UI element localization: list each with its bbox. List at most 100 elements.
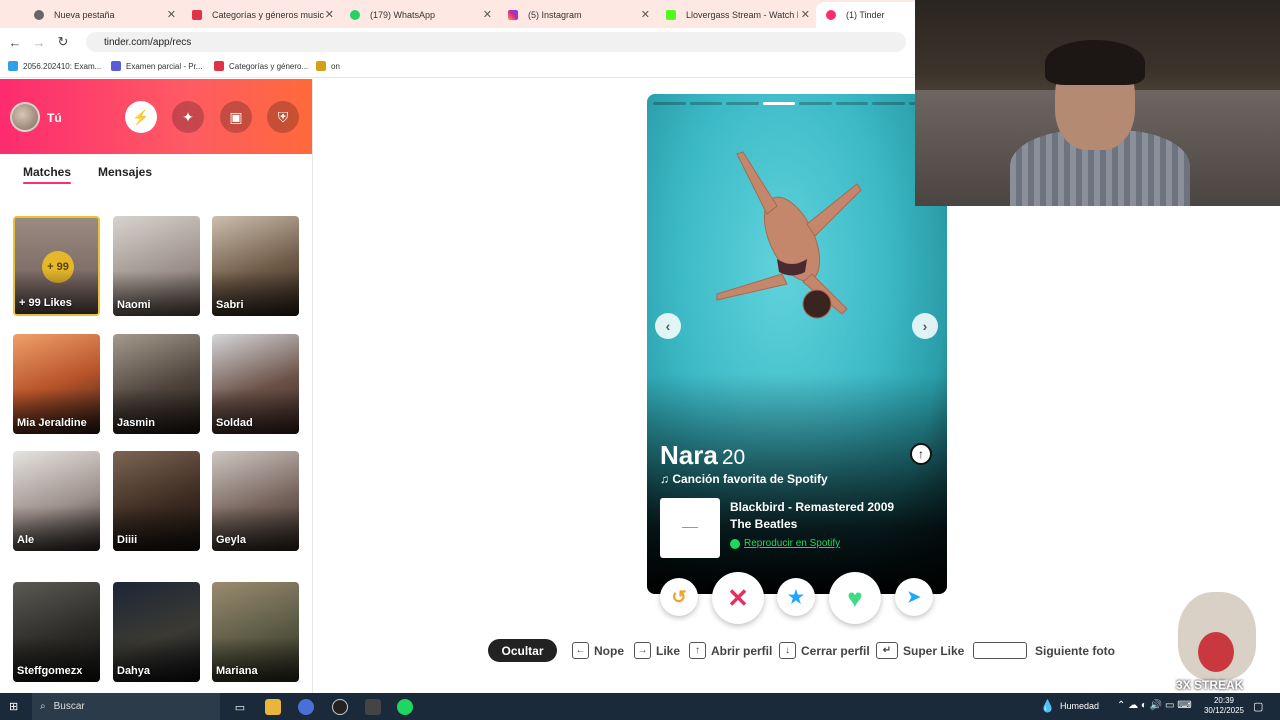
match-name: Naomi bbox=[117, 299, 151, 311]
arrow-right-key-icon: → bbox=[634, 642, 651, 659]
profile-card[interactable]: ‹ › Nara 20 ↑ ♫ Canción favorita de Spoti… bbox=[647, 94, 947, 594]
photo-progress-segment bbox=[762, 102, 795, 105]
bookmark-icon bbox=[111, 61, 121, 71]
match-name: Sabri bbox=[216, 299, 244, 311]
windows-start-icon[interactable]: ⊞ bbox=[9, 700, 18, 713]
tab-matches[interactable]: Matches bbox=[23, 165, 72, 184]
photo-progress-segment bbox=[689, 102, 722, 105]
browser-tab-new[interactable]: Nueva pestaña ✕ bbox=[24, 2, 182, 28]
search-icon: ⌕ bbox=[40, 701, 46, 712]
song-title: Blackbird - Remastered 2009 bbox=[730, 500, 895, 514]
profile-name: Nara bbox=[660, 440, 718, 470]
match-card[interactable]: Jasmin bbox=[113, 334, 200, 434]
album-cover bbox=[660, 498, 720, 558]
weather-label[interactable]: Humedad bbox=[1060, 701, 1099, 711]
match-card[interactable]: Mariana bbox=[212, 582, 299, 682]
close-tab-icon[interactable]: ✕ bbox=[801, 8, 810, 21]
file-explorer-icon[interactable] bbox=[265, 699, 281, 715]
bookmark-examen-parcial[interactable]: Examen parcial - Pr... bbox=[111, 61, 202, 71]
browser-tab-instagram[interactable]: (5) Instagram ✕ bbox=[498, 2, 656, 28]
match-card[interactable]: Sabri bbox=[212, 216, 299, 316]
match-name: Diiii bbox=[117, 534, 138, 546]
bookmark-on[interactable]: on bbox=[316, 61, 340, 71]
spotify-heading: ♫ Canción favorita de Spotify bbox=[660, 472, 828, 486]
tab-mensajes[interactable]: Mensajes bbox=[98, 165, 152, 179]
browser-tab-whatsapp[interactable]: (179) WhatsApp ✕ bbox=[340, 2, 498, 28]
instagram-icon bbox=[508, 10, 518, 20]
match-card[interactable]: Soldad bbox=[212, 334, 299, 434]
meme-overlay: 3X STREAK bbox=[1172, 590, 1262, 692]
sidebar-tabs: Matches Mensajes bbox=[0, 163, 312, 193]
avatar[interactable] bbox=[10, 102, 40, 132]
close-tab-icon[interactable]: ✕ bbox=[325, 8, 334, 21]
notifications-icon[interactable]: ▢ bbox=[1253, 700, 1263, 713]
bookmark-categorias[interactable]: Categorías y género... bbox=[214, 61, 308, 71]
explore-icon[interactable]: ✦ bbox=[172, 101, 204, 133]
prev-photo-icon[interactable]: ‹ bbox=[655, 313, 681, 339]
match-card[interactable]: Mia Jeraldine bbox=[13, 334, 100, 434]
match-name: Jasmin bbox=[117, 417, 155, 429]
url-field[interactable]: tinder.com/app/recs bbox=[86, 32, 906, 52]
boost-icon[interactable]: ⚡ bbox=[125, 101, 157, 133]
photo-progress-segment bbox=[835, 102, 868, 105]
song-artist: The Beatles bbox=[730, 517, 798, 531]
arrow-down-key-icon: ↓ bbox=[779, 642, 796, 659]
match-card[interactable]: Dahya bbox=[113, 582, 200, 682]
next-photo-icon[interactable]: › bbox=[912, 313, 938, 339]
match-name: Dahya bbox=[117, 665, 151, 677]
boost-send-button[interactable]: ➤ bbox=[895, 578, 933, 616]
browser-tab-kick[interactable]: Llovergass Stream - Watch Live ✕ bbox=[656, 2, 816, 28]
match-card[interactable]: Naomi bbox=[113, 216, 200, 316]
arrow-left-key-icon: ← bbox=[572, 642, 589, 659]
task-view-icon[interactable]: ▭ bbox=[232, 699, 248, 715]
superlike-button[interactable]: ★ bbox=[777, 578, 815, 616]
app-icon[interactable] bbox=[332, 699, 348, 715]
app-icon[interactable] bbox=[298, 699, 314, 715]
user-label[interactable]: Tú bbox=[47, 111, 62, 125]
bookmark-exam[interactable]: 2056.202410: Exam... bbox=[8, 61, 101, 71]
open-profile-icon[interactable]: ↑ bbox=[910, 443, 932, 465]
spotify-icon[interactable] bbox=[397, 699, 413, 715]
back-icon[interactable]: ← bbox=[3, 35, 27, 50]
hide-hints-button[interactable]: Ocultar bbox=[488, 639, 557, 662]
match-card[interactable]: Steffgomezx bbox=[13, 582, 100, 682]
sidebar-header: Tú ⚡ ✦ ▣ ⛨ bbox=[0, 79, 312, 154]
song-info: Blackbird - Remastered 2009 The Beatles bbox=[730, 499, 894, 533]
bookmark-icon bbox=[8, 61, 18, 71]
shield-icon[interactable]: ⛨ bbox=[267, 101, 299, 133]
arrow-up-key-icon: ↑ bbox=[689, 642, 706, 659]
bookmark-icon bbox=[214, 61, 224, 71]
photo-progress-segment bbox=[872, 102, 905, 105]
forward-icon[interactable]: → bbox=[27, 35, 51, 50]
match-card[interactable]: Diiii bbox=[113, 451, 200, 551]
system-clock[interactable]: 20:39 30/12/2025 bbox=[1200, 696, 1248, 716]
rewind-button[interactable]: ↺ bbox=[660, 578, 698, 616]
app-icon[interactable] bbox=[365, 699, 381, 715]
nope-button[interactable]: ✕ bbox=[712, 572, 764, 624]
webcam-overlay bbox=[915, 0, 1280, 206]
like-button[interactable]: ♥ bbox=[829, 572, 881, 624]
match-name: Geyla bbox=[216, 534, 246, 546]
profile-name-line: Nara 20 bbox=[660, 440, 745, 471]
hint-nope: ← Nope bbox=[572, 642, 624, 659]
music-icon bbox=[192, 10, 202, 20]
tinder-icon bbox=[826, 10, 836, 20]
browser-tab-tinder[interactable]: (1) Tinder bbox=[816, 2, 926, 28]
browser-tab-categorias[interactable]: Categorías y géneros musicales ✕ bbox=[182, 2, 340, 28]
hint-open-profile: ↑ Abrir perfil bbox=[689, 642, 772, 659]
taskbar-search[interactable]: ⌕ Buscar bbox=[32, 693, 220, 720]
match-card[interactable]: Geyla bbox=[212, 451, 299, 551]
close-tab-icon[interactable]: ✕ bbox=[641, 8, 650, 21]
reload-icon[interactable]: ↻ bbox=[51, 34, 75, 50]
match-card[interactable]: Ale bbox=[13, 451, 100, 551]
close-tab-icon[interactable]: ✕ bbox=[167, 8, 176, 21]
play-on-spotify-link[interactable]: Reproducir en Spotify bbox=[730, 538, 840, 549]
profile-photo bbox=[716, 151, 862, 319]
profile-age: 20 bbox=[721, 446, 746, 469]
tray-icons[interactable]: ⌃ ☁ ◐ 🔊 ▭ ⌨ bbox=[1117, 700, 1192, 711]
briefcase-icon[interactable]: ▣ bbox=[220, 101, 252, 133]
close-tab-icon[interactable]: ✕ bbox=[483, 8, 492, 21]
likes-card[interactable]: + 99 + 99 Likes bbox=[13, 216, 100, 316]
match-name: Mariana bbox=[216, 665, 258, 677]
bookmark-icon bbox=[316, 61, 326, 71]
